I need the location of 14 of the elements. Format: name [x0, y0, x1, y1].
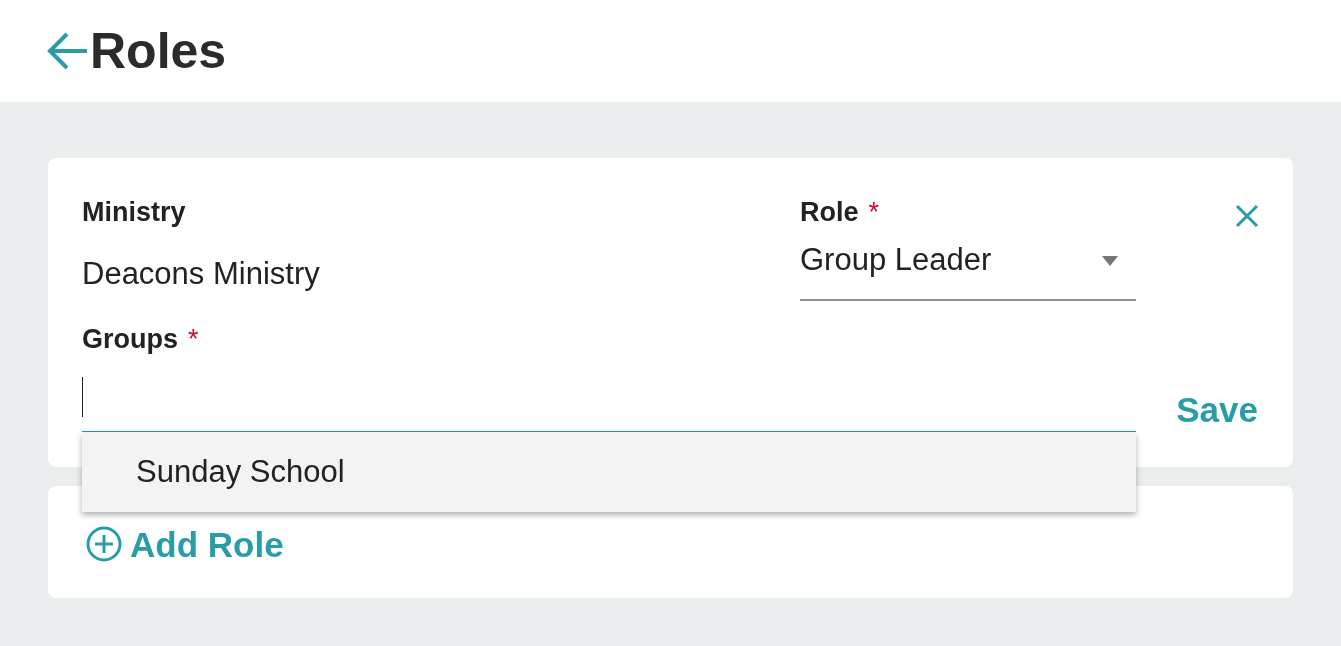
field-label: Role: [800, 196, 859, 228]
text-cursor: [82, 377, 83, 417]
required-mark: *: [188, 323, 199, 355]
field-value: Deacons Ministry: [82, 256, 321, 292]
close-icon[interactable]: [1233, 202, 1261, 230]
field-label: Groups: [82, 323, 178, 355]
field-label: Ministry: [82, 196, 187, 228]
plus-circle-icon: [86, 526, 122, 562]
role-select[interactable]: Group Leader: [800, 228, 1136, 301]
suggestion-item[interactable]: Sunday School: [82, 432, 1136, 512]
back-arrow-icon: [47, 31, 89, 71]
caret-icon: [1102, 255, 1118, 266]
page-title: Roles: [90, 26, 227, 76]
required-mark: *: [868, 196, 880, 228]
